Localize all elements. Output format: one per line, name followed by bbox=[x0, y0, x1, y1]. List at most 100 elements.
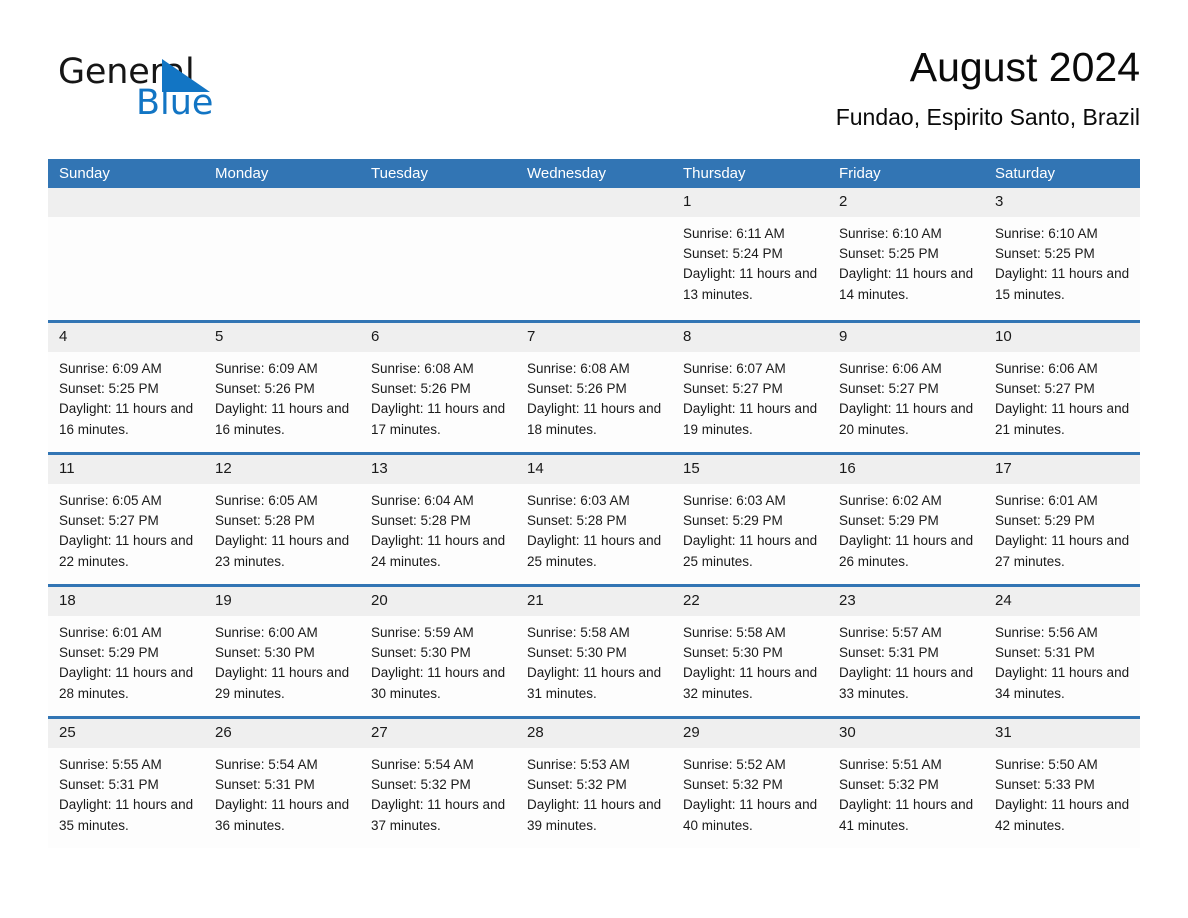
sunrise-text: Sunrise: 5:58 AM bbox=[527, 625, 630, 640]
calendar-day-cell[interactable]: 2 Sunrise: 6:10 AM Sunset: 5:25 PM Daylight… bbox=[828, 188, 984, 320]
weekday-header-saturday: Saturday bbox=[995, 165, 1056, 182]
day-number: 4 bbox=[48, 323, 204, 352]
calendar-day-cell[interactable]: 14 Sunrise: 6:03 AM Sunset: 5:28 PM Dayligh… bbox=[516, 455, 672, 584]
day-details: Sunrise: 6:06 AM Sunset: 5:27 PM Daylight:… bbox=[984, 352, 1140, 440]
calendar-day-cell[interactable]: 21 Sunrise: 5:58 AM Sunset: 5:30 PM Dayligh… bbox=[516, 587, 672, 716]
daylight-text: Daylight: 11 hours and 13 minutes. bbox=[683, 266, 818, 302]
sunset-text: Sunset: 5:29 PM bbox=[995, 513, 1095, 529]
calendar-day-cell[interactable]: 17 Sunrise: 6:01 AM Sunset: 5:29 PM Dayligh… bbox=[984, 455, 1140, 584]
day-details: Sunrise: 6:08 AM Sunset: 5:26 PM Daylight:… bbox=[516, 352, 672, 440]
day-number: 28 bbox=[516, 719, 672, 748]
daylight-text: Daylight: 11 hours and 31 minutes. bbox=[527, 665, 662, 701]
calendar-day-cell[interactable]: 28 Sunrise: 5:53 AM Sunset: 5:32 PM Dayligh… bbox=[516, 719, 672, 848]
logo-text-blue: Blue bbox=[136, 83, 214, 123]
sunset-text: Sunset: 5:29 PM bbox=[59, 645, 159, 661]
sunset-text: Sunset: 5:27 PM bbox=[839, 381, 939, 397]
sunrise-text: Sunrise: 5:50 AM bbox=[995, 757, 1098, 772]
title-block: August 2024 Fundao, Espirito Santo, Braz… bbox=[836, 40, 1140, 132]
sunrise-text: Sunrise: 6:03 AM bbox=[683, 493, 786, 508]
sunrise-text: Sunrise: 6:10 AM bbox=[839, 226, 942, 241]
calendar-day-cell[interactable]: 13 Sunrise: 6:04 AM Sunset: 5:28 PM Dayligh… bbox=[360, 455, 516, 584]
day-details: Sunrise: 5:57 AM Sunset: 5:31 PM Daylight:… bbox=[828, 616, 984, 704]
calendar-day-cell[interactable]: 12 Sunrise: 6:05 AM Sunset: 5:28 PM Dayligh… bbox=[204, 455, 360, 584]
calendar-day-cell[interactable]: 4 Sunrise: 6:09 AM Sunset: 5:25 PM Daylight… bbox=[48, 323, 204, 452]
calendar-week-row: 25 Sunrise: 5:55 AM Sunset: 5:31 PM Dayligh… bbox=[48, 716, 1140, 848]
calendar-day-cell[interactable]: 15 Sunrise: 6:03 AM Sunset: 5:29 PM Dayligh… bbox=[672, 455, 828, 584]
day-number: 16 bbox=[828, 455, 984, 484]
daylight-text: Daylight: 11 hours and 23 minutes. bbox=[215, 533, 350, 569]
day-number: 29 bbox=[672, 719, 828, 748]
day-number: 27 bbox=[360, 719, 516, 748]
sunset-text: Sunset: 5:26 PM bbox=[371, 381, 471, 397]
sunset-text: Sunset: 5:31 PM bbox=[59, 777, 159, 793]
calendar-day-cell[interactable]: 11 Sunrise: 6:05 AM Sunset: 5:27 PM Dayligh… bbox=[48, 455, 204, 584]
day-details: Sunrise: 6:09 AM Sunset: 5:26 PM Daylight:… bbox=[204, 352, 360, 440]
calendar-day-cell[interactable]: 16 Sunrise: 6:02 AM Sunset: 5:29 PM Dayligh… bbox=[828, 455, 984, 584]
sunrise-text: Sunrise: 5:57 AM bbox=[839, 625, 942, 640]
day-number: 3 bbox=[984, 188, 1140, 217]
calendar-day-cell[interactable]: 1 Sunrise: 6:11 AM Sunset: 5:24 PM Daylight… bbox=[672, 188, 828, 320]
day-details: Sunrise: 5:54 AM Sunset: 5:32 PM Daylight:… bbox=[360, 748, 516, 836]
sunrise-text: Sunrise: 5:53 AM bbox=[527, 757, 630, 772]
day-details: Sunrise: 6:06 AM Sunset: 5:27 PM Daylight:… bbox=[828, 352, 984, 440]
calendar-day-cell[interactable]: 18 Sunrise: 6:01 AM Sunset: 5:29 PM Dayligh… bbox=[48, 587, 204, 716]
sunrise-text: Sunrise: 6:09 AM bbox=[215, 361, 318, 376]
calendar-day-cell-empty bbox=[360, 188, 516, 320]
calendar-day-cell[interactable]: 8 Sunrise: 6:07 AM Sunset: 5:27 PM Daylight… bbox=[672, 323, 828, 452]
daylight-text: Daylight: 11 hours and 36 minutes. bbox=[215, 797, 350, 833]
calendar-week-row: 11 Sunrise: 6:05 AM Sunset: 5:27 PM Dayligh… bbox=[48, 452, 1140, 584]
day-details: Sunrise: 6:03 AM Sunset: 5:29 PM Daylight:… bbox=[672, 484, 828, 572]
daylight-text: Daylight: 11 hours and 15 minutes. bbox=[995, 266, 1130, 302]
weekday-header-friday: Friday bbox=[839, 165, 881, 182]
calendar-day-cell[interactable]: 5 Sunrise: 6:09 AM Sunset: 5:26 PM Daylight… bbox=[204, 323, 360, 452]
calendar-day-cell[interactable]: 27 Sunrise: 5:54 AM Sunset: 5:32 PM Dayligh… bbox=[360, 719, 516, 848]
day-details: Sunrise: 6:01 AM Sunset: 5:29 PM Daylight:… bbox=[984, 484, 1140, 572]
day-number: 15 bbox=[672, 455, 828, 484]
calendar-day-cell[interactable]: 30 Sunrise: 5:51 AM Sunset: 5:32 PM Dayligh… bbox=[828, 719, 984, 848]
calendar-day-cell[interactable]: 10 Sunrise: 6:06 AM Sunset: 5:27 PM Dayligh… bbox=[984, 323, 1140, 452]
calendar-day-cell[interactable]: 25 Sunrise: 5:55 AM Sunset: 5:31 PM Dayligh… bbox=[48, 719, 204, 848]
sunrise-text: Sunrise: 6:04 AM bbox=[371, 493, 474, 508]
calendar-day-cell[interactable]: 6 Sunrise: 6:08 AM Sunset: 5:26 PM Daylight… bbox=[360, 323, 516, 452]
sunset-text: Sunset: 5:25 PM bbox=[995, 246, 1095, 262]
day-details: Sunrise: 6:10 AM Sunset: 5:25 PM Daylight:… bbox=[828, 217, 984, 305]
sunrise-text: Sunrise: 5:55 AM bbox=[59, 757, 162, 772]
calendar-day-cell[interactable]: 9 Sunrise: 6:06 AM Sunset: 5:27 PM Daylight… bbox=[828, 323, 984, 452]
calendar-day-cell[interactable]: 31 Sunrise: 5:50 AM Sunset: 5:33 PM Dayligh… bbox=[984, 719, 1140, 848]
daylight-text: Daylight: 11 hours and 34 minutes. bbox=[995, 665, 1130, 701]
weekday-header-monday: Monday bbox=[215, 165, 269, 182]
daylight-text: Daylight: 11 hours and 19 minutes. bbox=[683, 401, 818, 437]
calendar-day-cell[interactable]: 29 Sunrise: 5:52 AM Sunset: 5:32 PM Dayligh… bbox=[672, 719, 828, 848]
calendar-day-cell[interactable]: 24 Sunrise: 5:56 AM Sunset: 5:31 PM Dayligh… bbox=[984, 587, 1140, 716]
calendar-day-cell[interactable]: 23 Sunrise: 5:57 AM Sunset: 5:31 PM Dayligh… bbox=[828, 587, 984, 716]
daylight-text: Daylight: 11 hours and 37 minutes. bbox=[371, 797, 506, 833]
weekday-header-tuesday: Tuesday bbox=[371, 165, 428, 182]
weekday-header-sunday: Sunday bbox=[59, 165, 110, 182]
day-number: 2 bbox=[828, 188, 984, 217]
sunset-text: Sunset: 5:33 PM bbox=[995, 777, 1095, 793]
calendar-day-cell[interactable]: 22 Sunrise: 5:58 AM Sunset: 5:30 PM Dayligh… bbox=[672, 587, 828, 716]
sunrise-text: Sunrise: 6:11 AM bbox=[683, 226, 785, 241]
calendar-day-cell[interactable]: 3 Sunrise: 6:10 AM Sunset: 5:25 PM Daylight… bbox=[984, 188, 1140, 320]
daylight-text: Daylight: 11 hours and 28 minutes. bbox=[59, 665, 194, 701]
calendar-day-cell[interactable]: 19 Sunrise: 6:00 AM Sunset: 5:30 PM Dayligh… bbox=[204, 587, 360, 716]
calendar-day-cell[interactable]: 7 Sunrise: 6:08 AM Sunset: 5:26 PM Daylight… bbox=[516, 323, 672, 452]
calendar-day-cell[interactable]: 26 Sunrise: 5:54 AM Sunset: 5:31 PM Dayligh… bbox=[204, 719, 360, 848]
daylight-text: Daylight: 11 hours and 14 minutes. bbox=[839, 266, 974, 302]
calendar-day-cell-empty bbox=[204, 188, 360, 320]
calendar-day-cell[interactable]: 20 Sunrise: 5:59 AM Sunset: 5:30 PM Dayligh… bbox=[360, 587, 516, 716]
calendar-weeks: 1 Sunrise: 6:11 AM Sunset: 5:24 PM Daylight… bbox=[48, 188, 1140, 848]
weekday-header-row: Sunday Monday Tuesday Wednesday Thursday… bbox=[48, 159, 1140, 188]
daylight-text: Daylight: 11 hours and 25 minutes. bbox=[527, 533, 662, 569]
daylight-text: Daylight: 11 hours and 25 minutes. bbox=[683, 533, 818, 569]
generalblue-logo: General Blue bbox=[58, 52, 318, 132]
day-details: Sunrise: 6:09 AM Sunset: 5:25 PM Daylight:… bbox=[48, 352, 204, 440]
calendar-day-cell-empty bbox=[48, 188, 204, 320]
day-details: Sunrise: 5:58 AM Sunset: 5:30 PM Daylight:… bbox=[516, 616, 672, 704]
day-number: 8 bbox=[672, 323, 828, 352]
sunset-text: Sunset: 5:32 PM bbox=[683, 777, 783, 793]
day-details: Sunrise: 5:50 AM Sunset: 5:33 PM Daylight:… bbox=[984, 748, 1140, 836]
sunset-text: Sunset: 5:27 PM bbox=[995, 381, 1095, 397]
sunrise-text: Sunrise: 6:02 AM bbox=[839, 493, 942, 508]
day-number: 12 bbox=[204, 455, 360, 484]
